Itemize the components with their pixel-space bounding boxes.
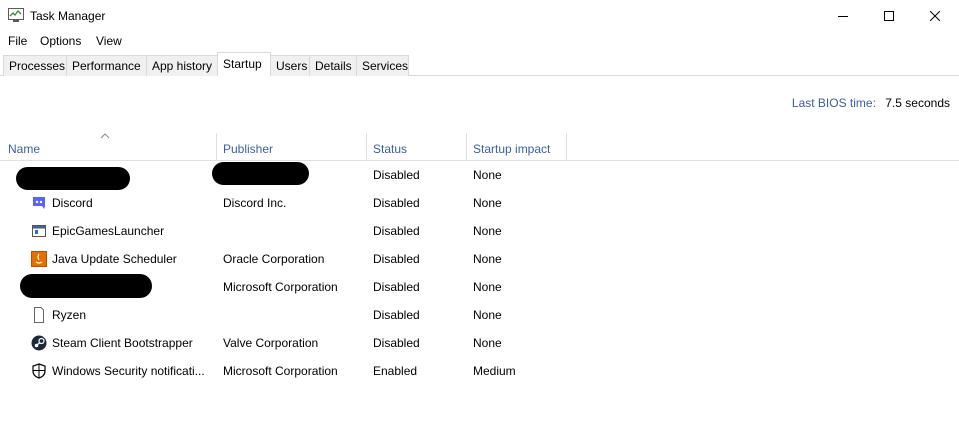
status-cell: Disabled xyxy=(373,224,420,238)
impact-cell: None xyxy=(473,280,502,294)
window-app-icon xyxy=(32,225,46,237)
bios-label: Last BIOS time: xyxy=(791,96,876,110)
name-cell: Ryzen xyxy=(52,308,87,322)
close-icon xyxy=(930,10,940,21)
status-cell: Disabled xyxy=(373,308,420,322)
table-row[interactable]: EpicGamesLauncher Disabled None xyxy=(0,217,959,245)
column-startup-impact[interactable]: Startup impact xyxy=(466,133,566,160)
close-button[interactable] xyxy=(912,0,958,31)
status-cell: Enabled xyxy=(373,364,418,378)
impact-cell: None xyxy=(473,336,502,350)
impact-cell: None xyxy=(473,308,502,322)
minimize-button[interactable] xyxy=(820,0,866,31)
minimize-icon xyxy=(838,15,848,17)
name-cell: Java Update Scheduler xyxy=(52,252,177,266)
publisher-cell: Microsoft Corporation xyxy=(223,364,338,378)
impact-cell: None xyxy=(473,168,502,182)
redacted-publisher xyxy=(212,162,309,185)
table-row[interactable]: Discord Discord Inc. Disabled None xyxy=(0,189,959,217)
tab-services[interactable]: Services xyxy=(356,55,409,76)
publisher-cell: Discord Inc. xyxy=(223,196,287,210)
menu-view[interactable]: View xyxy=(96,34,122,48)
maximize-button[interactable] xyxy=(866,0,912,31)
publisher-cell: Microsoft Corporation xyxy=(223,280,338,294)
tab-app-history[interactable]: App history xyxy=(146,55,218,76)
tab-startup[interactable]: Startup xyxy=(217,52,271,76)
column-publisher[interactable]: Publisher xyxy=(216,133,366,160)
discord-icon xyxy=(33,197,45,209)
impact-cell: None xyxy=(473,224,502,238)
status-cell: Disabled xyxy=(373,252,420,266)
bios-value: 7.5 seconds xyxy=(885,96,950,110)
shield-icon xyxy=(32,363,46,379)
redacted-name xyxy=(20,274,152,298)
last-bios-time: Last BIOS time: 7.5 seconds xyxy=(792,96,950,110)
table-row[interactable]: Java Update Scheduler Oracle Corporation… xyxy=(0,245,959,273)
name-cell: Windows Security notificati... xyxy=(52,364,205,378)
task-manager-icon xyxy=(8,8,24,22)
table-row[interactable]: Disabled None xyxy=(0,161,959,190)
table-row[interactable]: Steam Client Bootstrapper Valve Corporat… xyxy=(0,329,959,357)
name-cell: EpicGamesLauncher xyxy=(52,224,165,238)
column-header-row: Name Publisher Status Startup impact xyxy=(0,133,959,161)
tab-processes[interactable]: Processes xyxy=(3,55,67,76)
table-row[interactable]: Microsoft Corporation Disabled None xyxy=(0,273,959,301)
impact-cell: None xyxy=(473,252,502,266)
name-cell: Steam Client Bootstrapper xyxy=(52,336,193,350)
maximize-icon xyxy=(884,10,894,21)
impact-cell: None xyxy=(473,196,502,210)
column-name[interactable]: Name xyxy=(1,133,216,160)
status-cell: Disabled xyxy=(373,280,420,294)
status-cell: Disabled xyxy=(373,196,420,210)
publisher-cell: Oracle Corporation xyxy=(223,252,325,266)
status-cell: Disabled xyxy=(373,168,420,182)
menu-options[interactable]: Options xyxy=(40,34,81,48)
menu-bar: File Options View xyxy=(0,31,959,52)
name-cell: Discord xyxy=(52,196,93,210)
status-cell: Disabled xyxy=(373,336,420,350)
menu-file[interactable]: File xyxy=(8,34,27,48)
column-status[interactable]: Status xyxy=(366,133,466,160)
title-bar: Task Manager xyxy=(0,0,959,31)
window-title: Task Manager xyxy=(30,9,106,23)
java-icon xyxy=(31,251,47,267)
tab-users[interactable]: Users xyxy=(270,55,310,76)
tab-details[interactable]: Details xyxy=(309,55,357,76)
tab-performance[interactable]: Performance xyxy=(66,55,147,76)
impact-cell: Medium xyxy=(473,364,516,378)
tab-strip: Processes Performance App history Startu… xyxy=(0,52,959,76)
steam-icon xyxy=(31,335,47,351)
table-row[interactable]: Windows Security notificati... Microsoft… xyxy=(0,357,959,385)
redacted-name xyxy=(16,167,130,190)
table-row[interactable]: Ryzen Disabled None xyxy=(0,301,959,329)
publisher-cell: Valve Corporation xyxy=(223,336,319,350)
column-divider[interactable] xyxy=(566,133,567,160)
blank-file-icon xyxy=(34,307,44,323)
